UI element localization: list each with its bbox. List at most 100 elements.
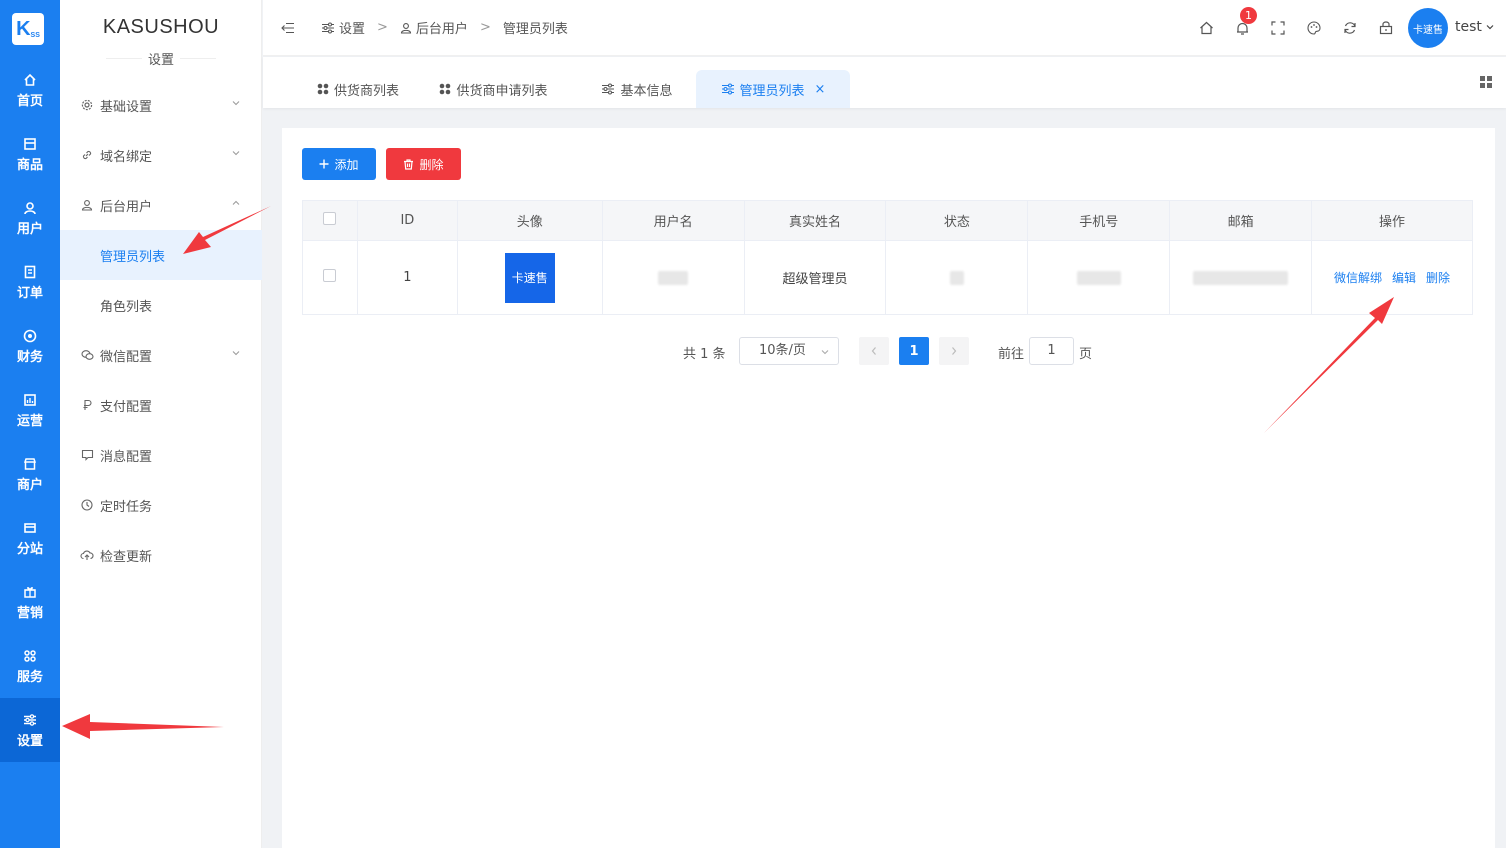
lock-screen-icon[interactable]	[1377, 19, 1395, 37]
tab-close-icon[interactable]: ×	[815, 82, 826, 97]
user-menu[interactable]: test	[1455, 19, 1495, 35]
home-icon	[22, 72, 38, 88]
column-header[interactable]: ID	[356, 200, 458, 241]
sidebar-item-wechat-config[interactable]: 微信配置	[60, 330, 262, 380]
wechat-unbind-link[interactable]: 微信解绑	[1334, 271, 1382, 285]
palette-icon[interactable]	[1305, 19, 1323, 37]
row-select-cell	[302, 240, 358, 315]
user-icon	[22, 200, 38, 216]
breadcrumb-label: 设置	[339, 22, 366, 37]
sidebar-item-scheduled-tasks[interactable]: 定时任务	[60, 480, 262, 530]
tab-menu-icon[interactable]	[1479, 75, 1493, 89]
gear-icon	[80, 98, 94, 112]
column-header: 状态	[885, 200, 1029, 241]
column-header: 用户名	[601, 200, 745, 241]
next-page-button[interactable]	[939, 337, 969, 365]
rail-item-home[interactable]: 首页	[0, 58, 60, 122]
chevron-down-icon	[232, 101, 240, 106]
home-icon[interactable]	[1197, 19, 1215, 37]
rail-label: 商品	[16, 157, 43, 173]
goto-page-input[interactable]: 1	[1029, 337, 1074, 365]
row-checkbox[interactable]	[323, 269, 337, 282]
rail-label: 设置	[16, 733, 43, 749]
id-cell: 1	[356, 240, 458, 315]
sidebar-item-check-update[interactable]: 检查更新	[60, 530, 262, 580]
select-all-header	[302, 200, 358, 241]
rail-item-substation[interactable]: 分站	[0, 506, 60, 570]
edit-link[interactable]: 编辑	[1392, 271, 1416, 285]
rail-label: 财务	[16, 349, 43, 365]
breadcrumb-label: 后台用户	[415, 22, 468, 37]
page-number-current[interactable]: 1	[899, 337, 929, 365]
tab-basic-info[interactable]: 基本信息	[587, 70, 687, 108]
redacted-email	[1193, 270, 1289, 285]
user-icon	[80, 198, 94, 212]
redacted-status	[949, 270, 964, 285]
rail-item-goods[interactable]: 商品	[0, 122, 60, 186]
user-avatar[interactable]: 卡速售	[1408, 8, 1448, 48]
rail-item-service[interactable]: 服务	[0, 634, 60, 698]
delete-button[interactable]: 删除	[386, 148, 461, 180]
prev-page-button[interactable]	[859, 337, 889, 365]
refresh-icon[interactable]	[1341, 19, 1359, 37]
breadcrumb: 设置 > 后台用户 > 管理员列表	[281, 18, 568, 37]
rail-label: 营销	[16, 605, 43, 621]
sidebar-item-role-list[interactable]: 角色列表	[60, 280, 262, 330]
sidebar-item-label: 检查更新	[100, 549, 153, 565]
app-logo[interactable]: K SS	[12, 13, 44, 45]
pagination-total: 共 1 条	[683, 347, 726, 362]
logo-letter: K	[16, 17, 31, 40]
rail-label: 用户	[16, 221, 43, 237]
column-header: 邮箱	[1169, 200, 1313, 241]
tab-label: 管理员列表	[739, 83, 805, 99]
email-cell	[1169, 240, 1313, 315]
sidebar-item-admin-users[interactable]: 后台用户	[60, 180, 262, 230]
status-cell	[885, 240, 1029, 315]
tab-label: 供货商申请列表	[456, 83, 548, 99]
tab-supplier-application-list[interactable]: 供货商申请列表	[426, 70, 561, 108]
rail-item-finance[interactable]: 财务	[0, 314, 60, 378]
page-size-select[interactable]: 10条/页	[739, 337, 839, 365]
rail-item-shop[interactable]: 商户	[0, 442, 60, 506]
apps-icon	[440, 83, 451, 95]
sidebar-item-label: 后台用户	[100, 199, 153, 215]
add-button[interactable]: 添加	[302, 148, 376, 180]
redacted-phone	[1076, 270, 1121, 285]
apps-icon	[317, 83, 329, 95]
breadcrumb-item-admin-users[interactable]: 后台用户	[400, 18, 468, 37]
plus-icon	[319, 159, 329, 169]
sidebar-item-basic-settings[interactable]: 基础设置	[60, 80, 262, 130]
rail-item-order[interactable]: 订单	[0, 250, 60, 314]
rail-item-settings[interactable]: 设置	[0, 698, 60, 762]
rail-item-operation[interactable]: 运营	[0, 378, 60, 442]
chevron-right-icon	[952, 347, 957, 355]
sidebar-item-domain-binding[interactable]: 域名绑定	[60, 130, 262, 180]
column-header: 操作	[1311, 200, 1473, 241]
delete-link[interactable]: 删除	[1426, 271, 1450, 285]
chevron-down-icon	[232, 151, 240, 156]
chevron-up-icon	[232, 200, 240, 205]
sidebar-item-admin-list[interactable]: 管理员列表	[60, 230, 262, 280]
tab-supplier-list[interactable]: 供货商列表	[303, 70, 413, 108]
link-icon	[80, 148, 94, 162]
breadcrumb-item-settings[interactable]: 设置	[321, 18, 365, 37]
brand-name: KASUSHOU	[102, 16, 220, 38]
rail-label: 服务	[16, 669, 43, 685]
cloud-upload-icon	[80, 548, 94, 562]
sidebar-item-label: 域名绑定	[100, 149, 153, 165]
rail-label: 分站	[16, 541, 43, 557]
tab-admin-list[interactable]: 管理员列表 ×	[696, 70, 850, 108]
collapse-sidebar-icon[interactable]	[281, 22, 299, 34]
main-nav-rail: K SS 首页 商品 用户 订单 财务 运营 商户 分站 营销 服务 设置	[0, 0, 60, 848]
sidebar-item-payment-config[interactable]: 支付配置	[60, 380, 262, 430]
sidebar-item-message-config[interactable]: 消息配置	[60, 430, 262, 480]
real-name-cell: 超级管理员	[743, 240, 887, 315]
shop-icon	[22, 456, 38, 472]
goods-icon	[22, 136, 38, 152]
select-all-checkbox[interactable]	[323, 212, 337, 225]
rail-item-user[interactable]: 用户	[0, 186, 60, 250]
redacted-username	[658, 270, 689, 285]
tab-label: 基本信息	[620, 83, 673, 99]
rail-item-marketing[interactable]: 营销	[0, 570, 60, 634]
fullscreen-icon[interactable]	[1269, 19, 1287, 37]
